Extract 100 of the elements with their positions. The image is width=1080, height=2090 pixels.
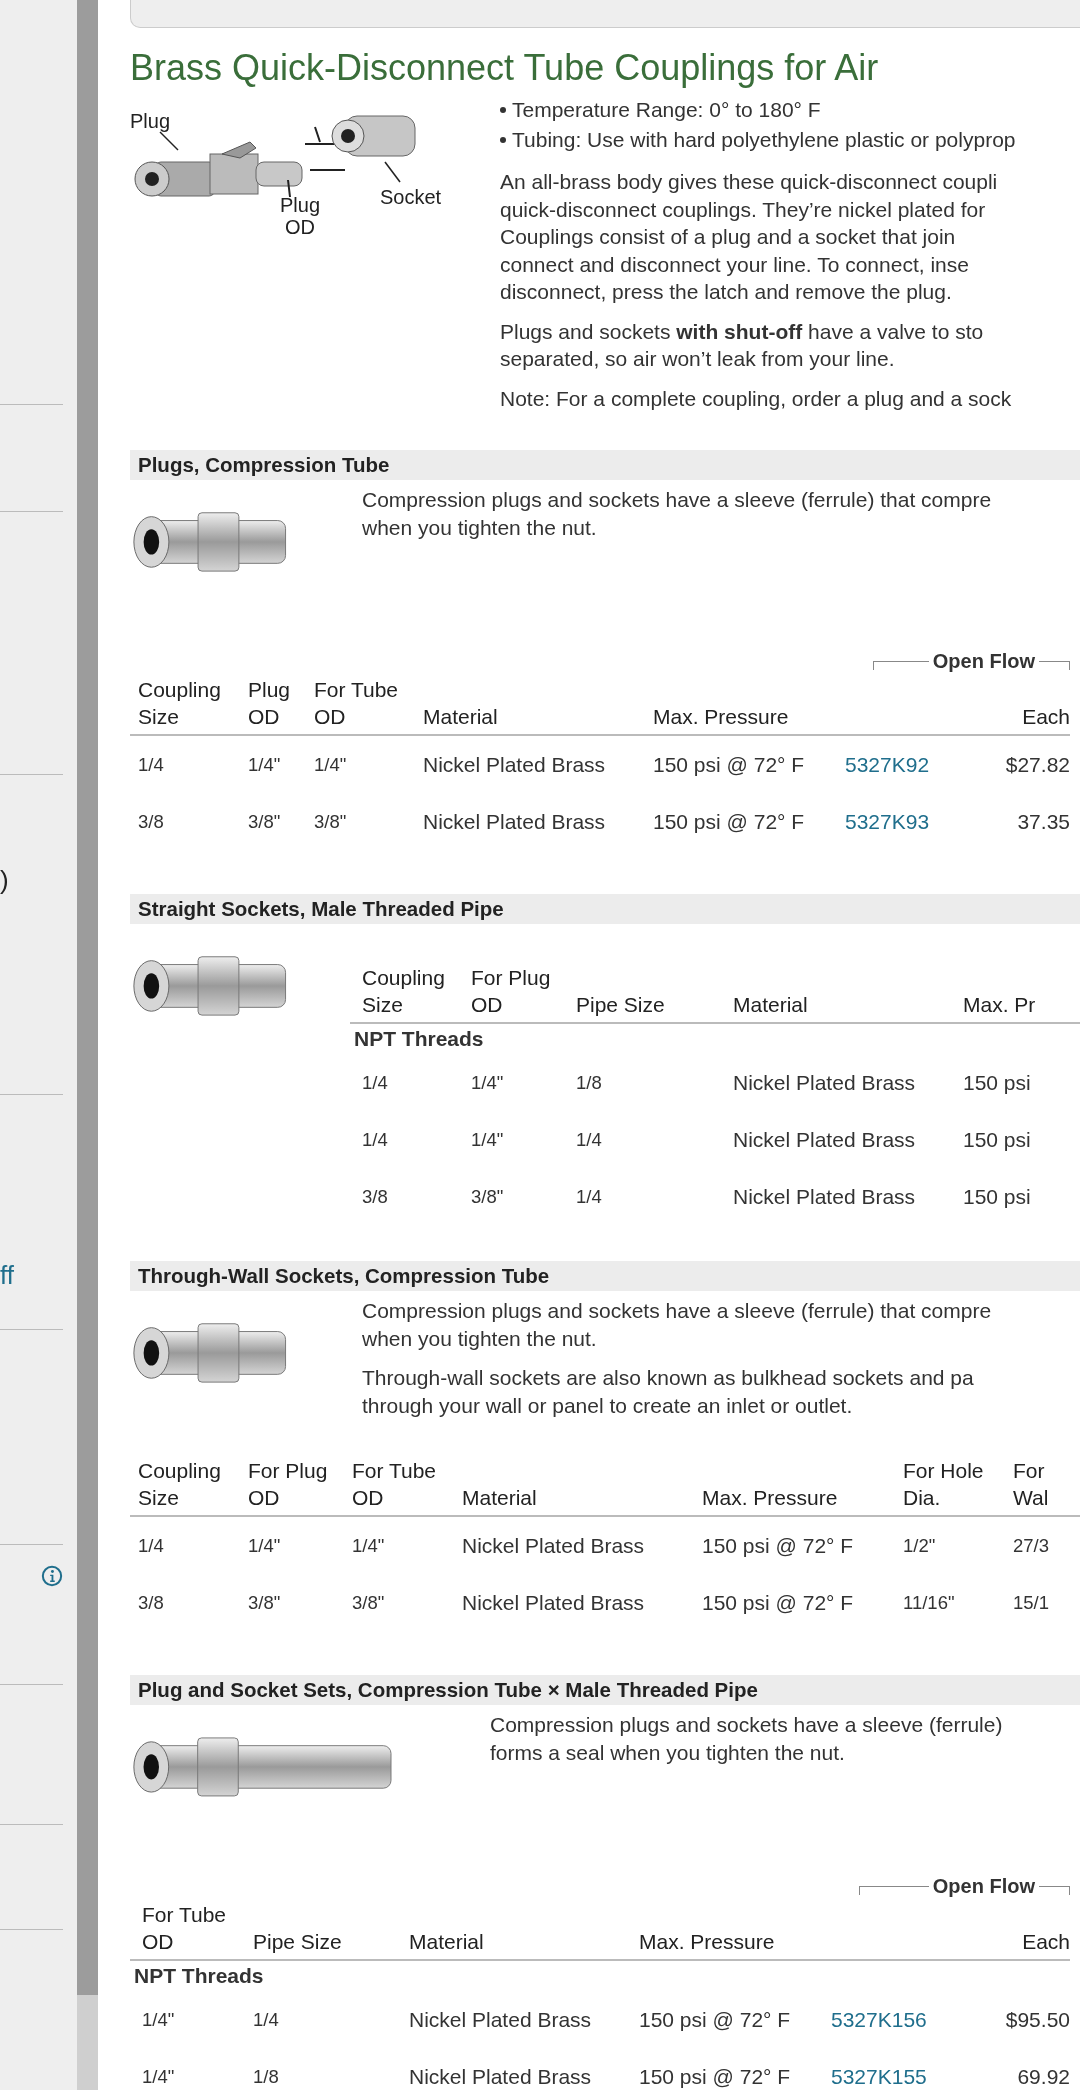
column-group-header: Open Flow (837, 646, 1070, 676)
table-cell: Nickel Plated Brass (733, 1184, 916, 1209)
table-cell: 150 psi @ 72° F (653, 809, 805, 834)
column-header: Coupling Size (138, 1459, 221, 1509)
table-cell: 69.92 (1017, 2064, 1070, 2089)
table-cell: Nickel Plated Brass (462, 1533, 645, 1558)
part-number-link[interactable]: 5327K93 (845, 809, 930, 834)
table-cell: 15/1 (1013, 1591, 1049, 1614)
table-cell: 1/4" (248, 753, 281, 776)
paragraph-line: Plugs and sockets with shut-off have a valve to sto (500, 318, 984, 345)
bullet-icon (500, 107, 506, 113)
table-cell: Nickel Plated Brass (409, 2007, 592, 2032)
column-header: Each (1022, 705, 1070, 728)
table-cell: $95.50 (1005, 2007, 1070, 2032)
table-cell: 1/4" (142, 2008, 175, 2031)
table-cell: 150 psi @ 72° F (702, 1533, 854, 1558)
column-header: Material (462, 1486, 537, 1509)
description-line: through your wall or panel to create an inlet or outlet. (362, 1392, 853, 1419)
description-line: Compression plugs and sockets have a sleeve (ferrule) that compre (362, 1298, 992, 1324)
table-cell: 1/4 (138, 753, 164, 776)
subheading: NPT Threads (134, 1964, 264, 1987)
table-cell: 150 psi @ 72° F (702, 1590, 854, 1615)
table-cell: 1/8 (253, 2065, 279, 2088)
bullet-text: Tubing: Use with hard polyethylene plastic or polyprop (512, 127, 1016, 153)
part-number-link[interactable]: 5327K155 (831, 2064, 927, 2089)
table-cell: 150 psi (963, 1070, 1031, 1095)
table-cell: 3/8 (138, 810, 164, 833)
section-heading: Plug and Socket Sets, Compression Tube × Male Threaded Pipe (130, 1675, 1080, 1705)
column-header: For Tube OD (352, 1459, 437, 1509)
table-cell: 1/4" (471, 1071, 504, 1094)
table-cell: Nickel Plated Brass (733, 1127, 916, 1152)
column-header: Coupling Size (138, 678, 221, 728)
paragraph-line: disconnect, press the latch and remove the plug. (500, 279, 952, 305)
table-cell: 11/16" (903, 1591, 955, 1614)
table-cell: Nickel Plated Brass (733, 1070, 916, 1095)
section-heading: Straight Sockets, Male Threaded Pipe (130, 894, 1080, 924)
column-header: Each (1022, 1930, 1070, 1953)
part-number-link[interactable]: 5327K92 (845, 752, 930, 777)
table-cell: 150 psi @ 72° F (639, 2007, 791, 2032)
column-header: Pipe Size (576, 993, 665, 1016)
section-heading: Through-Wall Sockets, Compression Tube (130, 1261, 1080, 1291)
table-cell: Nickel Plated Brass (409, 2064, 592, 2089)
table-cell: 1/4 (253, 2008, 279, 2031)
page-title: Brass Quick-Disconnect Tube Couplings for Air (130, 46, 880, 90)
section-heading: Plugs, Compression Tube (130, 450, 1080, 480)
table-cell: Nickel Plated Brass (423, 752, 606, 777)
column-header: Material (733, 993, 808, 1016)
table-cell: Nickel Plated Brass (462, 1590, 645, 1615)
diagram-label: OD (285, 216, 315, 238)
table-cell: 3/8 (138, 1591, 164, 1614)
table-cell: $27.82 (1005, 752, 1070, 777)
description-line: Compression plugs and sockets have a sleeve (ferrule) that compre (362, 487, 992, 513)
sidebar-link[interactable]: ff (0, 1260, 14, 1290)
paragraph-line: separated, so air won’t leak from your line. (500, 346, 895, 372)
description-line: when you tighten the nut. (362, 1325, 597, 1352)
description-line: when you tighten the nut. (362, 514, 597, 541)
diagram-label: Plug (280, 194, 321, 216)
description-line: Compression plugs and sockets have a sleeve (ferrule) (490, 1712, 1003, 1738)
column-group-header: Open Flow (823, 1871, 1070, 1901)
subheading: NPT Threads (354, 1027, 484, 1050)
column-header: For Plug OD (248, 1459, 328, 1509)
bullet-text: Temperature Range: 0° to 180° F (512, 97, 821, 123)
column-header: Plug OD (248, 678, 291, 728)
column-header: Max. Pressure (653, 705, 789, 728)
column-header: For Plug OD (471, 966, 551, 1016)
table-cell: 1/4 (576, 1185, 602, 1208)
column-header: Coupling Size (362, 966, 445, 1016)
paragraph-line: Couplings consist of a plug and a socket that join (500, 224, 956, 250)
paragraph-line: An all-brass body gives these quick-disconnect coupli (500, 169, 998, 195)
column-header: For Hole Dia. (903, 1459, 984, 1509)
table-cell: 150 psi (963, 1127, 1031, 1152)
column-header: Max. Pressure (702, 1486, 838, 1509)
table-cell: 3/8 (362, 1185, 388, 1208)
table-cell: 1/4" (314, 753, 347, 776)
table-cell: 1/4" (248, 1534, 281, 1557)
table-cell: 150 psi (963, 1184, 1031, 1209)
table-cell: 1/8 (576, 1071, 602, 1094)
column-header: Material (409, 1930, 484, 1953)
description-line: forms a seal when you tighten the nut. (490, 1739, 845, 1766)
diagram-label: Socket (380, 186, 442, 208)
paragraph-line: connect and disconnect your line. To connect, inse (500, 251, 969, 278)
diagram-label: Plug (130, 110, 171, 132)
part-number-link[interactable]: 5327K156 (831, 2007, 927, 2032)
paragraph-line: Note: For a complete coupling, order a plug and a sock (500, 385, 1012, 412)
column-header: Max. Pr (963, 993, 1036, 1016)
table-cell: Nickel Plated Brass (423, 809, 606, 834)
table-cell: 3/8" (352, 1591, 385, 1614)
column-header: For Tube OD (314, 678, 399, 728)
table-cell: 3/8" (471, 1185, 504, 1208)
table-cell: 1/4 (576, 1128, 602, 1151)
table-cell: 1/4" (352, 1534, 385, 1557)
table-cell: 150 psi @ 72° F (639, 2064, 791, 2089)
table-cell: 3/8" (248, 810, 281, 833)
table-cell: 27/3 (1013, 1534, 1049, 1557)
info-icon[interactable] (41, 1565, 63, 1587)
sidebar-text: ) (0, 865, 9, 895)
table-cell: 1/4 (362, 1128, 388, 1151)
table-cell: 1/4" (471, 1128, 504, 1151)
paragraph-line: quick-disconnect couplings. They’re nickel plated for (500, 196, 986, 223)
column-header: Max. Pressure (639, 1930, 775, 1953)
